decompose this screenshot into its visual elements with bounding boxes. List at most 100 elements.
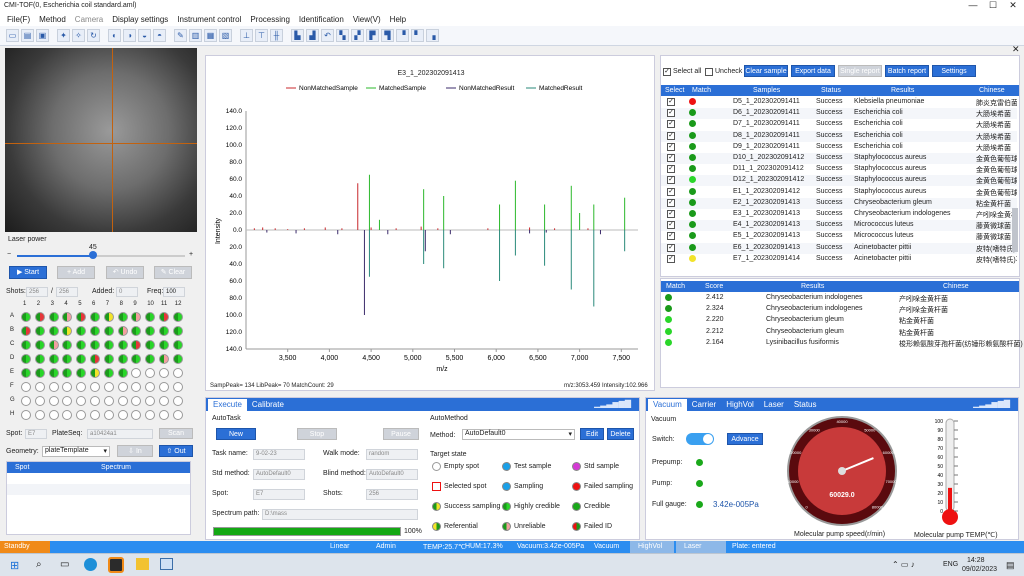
plate-well[interactable] <box>90 312 100 322</box>
spectrum-icon-2[interactable]: ▟ <box>306 29 319 42</box>
menu-view[interactable]: View(V) <box>353 15 381 24</box>
table-row[interactable]: ✓ E5_1_202302091413 Success Micrococcus lut… <box>661 231 1017 242</box>
row-checkbox[interactable]: ✓ <box>667 131 675 140</box>
delete-method-button[interactable]: Delete <box>607 428 634 440</box>
back-icon[interactable]: ↶ <box>321 29 334 42</box>
plate-well[interactable] <box>48 410 59 420</box>
plate-well[interactable] <box>145 396 156 406</box>
table-row[interactable]: ✓ D5_1_202302091411 Success Klebsiella pneu… <box>661 97 1017 108</box>
table-row[interactable]: ✓ E1_1_202302091412 Success Staphylococcus … <box>661 187 1017 198</box>
pen-icon[interactable]: ✎ <box>174 29 187 42</box>
plate-well[interactable] <box>117 312 128 322</box>
new-task-button[interactable]: New <box>216 428 256 440</box>
menu-method[interactable]: Method <box>39 15 66 24</box>
tab-carrier[interactable]: Carrier <box>687 399 721 411</box>
plate-well[interactable] <box>62 354 73 364</box>
table-row[interactable]: ✓ E7_1_202302091414 Success Acinetobacter p… <box>661 254 1017 265</box>
row-checkbox[interactable]: ✓ <box>667 187 675 196</box>
tab-laser[interactable]: Laser <box>759 399 789 411</box>
row-checkbox[interactable]: ✓ <box>667 210 675 218</box>
plate-well[interactable] <box>48 354 59 364</box>
spectrum-icon-5[interactable]: ▛ <box>366 29 379 42</box>
new-file-icon[interactable]: ▭ <box>6 29 19 42</box>
tool-icon-5[interactable]: ◑ <box>123 29 136 42</box>
tab-vacuum[interactable]: Vacuum <box>648 399 687 411</box>
batch-report-button[interactable]: Batch report <box>885 65 929 77</box>
plate-well[interactable] <box>131 368 142 378</box>
laser-slider-track[interactable] <box>17 255 185 257</box>
task-shots-input[interactable]: 256 <box>366 489 418 500</box>
tool-icon-7[interactable]: ◓ <box>153 29 166 42</box>
table-row[interactable]: 2.412 Chryseobacterium indologenes 产吲哚金黄杆菌 <box>661 293 1017 304</box>
plate-well[interactable] <box>103 312 114 322</box>
export-data-button[interactable]: Export data <box>791 65 835 77</box>
edge-browser-icon[interactable] <box>84 558 97 571</box>
plate-well[interactable] <box>62 340 73 350</box>
plate-well[interactable] <box>145 326 156 336</box>
table-row[interactable]: ✓ D7_1_202302091411 Success Escherichia col… <box>661 119 1017 130</box>
menu-instrument-control[interactable]: Instrument control <box>177 15 241 24</box>
plate-well[interactable] <box>172 326 183 336</box>
menu-identification[interactable]: Identification <box>299 15 344 24</box>
table-row[interactable]: 2.324 Chryseobacterium indologenes 产吲哚金黄杆菌 <box>661 304 1017 315</box>
spectrum-icon-7[interactable]: ▝ <box>396 29 409 42</box>
plate-well[interactable] <box>34 368 45 378</box>
uncheck-checkbox[interactable] <box>705 68 713 76</box>
notification-icon[interactable]: ▤ <box>1006 560 1015 571</box>
plate-well[interactable] <box>62 368 73 378</box>
plate-well[interactable] <box>159 340 169 350</box>
row-checkbox[interactable]: ✓ <box>667 198 675 207</box>
plate-well[interactable] <box>159 326 169 336</box>
plate-well[interactable] <box>117 368 128 378</box>
table-row[interactable]: 2.220 Chryseobacterium gleum 粘金黄杆菌 <box>661 315 1017 326</box>
walk-mode-input[interactable]: random <box>366 449 418 460</box>
plate-well[interactable] <box>90 340 100 350</box>
plate-well[interactable] <box>62 410 73 420</box>
plate-well[interactable] <box>76 410 87 420</box>
spectrum-icon-3[interactable]: ▚ <box>336 29 349 42</box>
select-all-checkbox[interactable]: ✓ <box>663 68 671 76</box>
plate-well[interactable] <box>62 312 73 322</box>
plate-well[interactable] <box>103 396 114 406</box>
save-icon[interactable]: ▣ <box>36 29 49 42</box>
method-select[interactable]: AutoDefault0 ▾ <box>462 429 575 440</box>
table-row[interactable]: ✓ E3_1_202302091413 Success Chryseobacteriu… <box>661 209 1017 220</box>
plate-well[interactable] <box>131 326 142 336</box>
plate-well[interactable] <box>145 382 156 392</box>
add-button[interactable]: + Add <box>57 266 95 279</box>
task-name-input[interactable]: 9-02-23 <box>253 449 305 460</box>
menu-processing[interactable]: Processing <box>250 15 290 24</box>
plate-well[interactable] <box>103 410 114 420</box>
plateseq-input[interactable]: a10424a1 <box>87 429 153 439</box>
plate-well[interactable] <box>90 396 100 406</box>
plate-well[interactable] <box>117 340 128 350</box>
plate-well[interactable] <box>34 354 45 364</box>
row-checkbox[interactable]: ✓ <box>667 176 675 185</box>
plate-well[interactable] <box>117 396 128 406</box>
plate-well[interactable] <box>159 382 169 392</box>
settings-button[interactable]: Settings <box>932 65 976 77</box>
plate-well[interactable] <box>103 340 114 350</box>
cmi-tof-app-icon[interactable] <box>108 557 124 573</box>
file-explorer-icon[interactable] <box>136 558 149 570</box>
tool-icon-6[interactable]: ◒ <box>138 29 151 42</box>
table-row[interactable]: ✓ D8_1_202302091411 Success Escherichia col… <box>661 130 1017 142</box>
laser-minus-icon[interactable]: − <box>7 251 11 258</box>
row-checkbox[interactable]: ✓ <box>667 142 675 151</box>
tool-icon-3[interactable]: ↻ <box>87 29 100 42</box>
camera-view[interactable] <box>5 48 197 232</box>
plate-well[interactable] <box>117 382 128 392</box>
menu-help[interactable]: Help <box>390 15 406 24</box>
row-checkbox[interactable]: ✓ <box>667 165 675 174</box>
plate-well[interactable] <box>21 410 31 420</box>
geometry-out-button[interactable]: ⇧ Out <box>159 445 193 457</box>
task-spot-input[interactable]: E7 <box>253 489 305 500</box>
row-checkbox[interactable]: ✓ <box>667 232 675 241</box>
spot-input[interactable]: E7 <box>25 429 47 439</box>
row-checkbox[interactable]: ✓ <box>667 98 675 106</box>
shots-input[interactable]: 256 <box>26 287 48 297</box>
plate-well[interactable] <box>76 368 87 378</box>
plate-well[interactable] <box>159 354 169 364</box>
menu-file[interactable]: File(F) <box>7 15 30 24</box>
plate-well[interactable] <box>48 312 59 322</box>
